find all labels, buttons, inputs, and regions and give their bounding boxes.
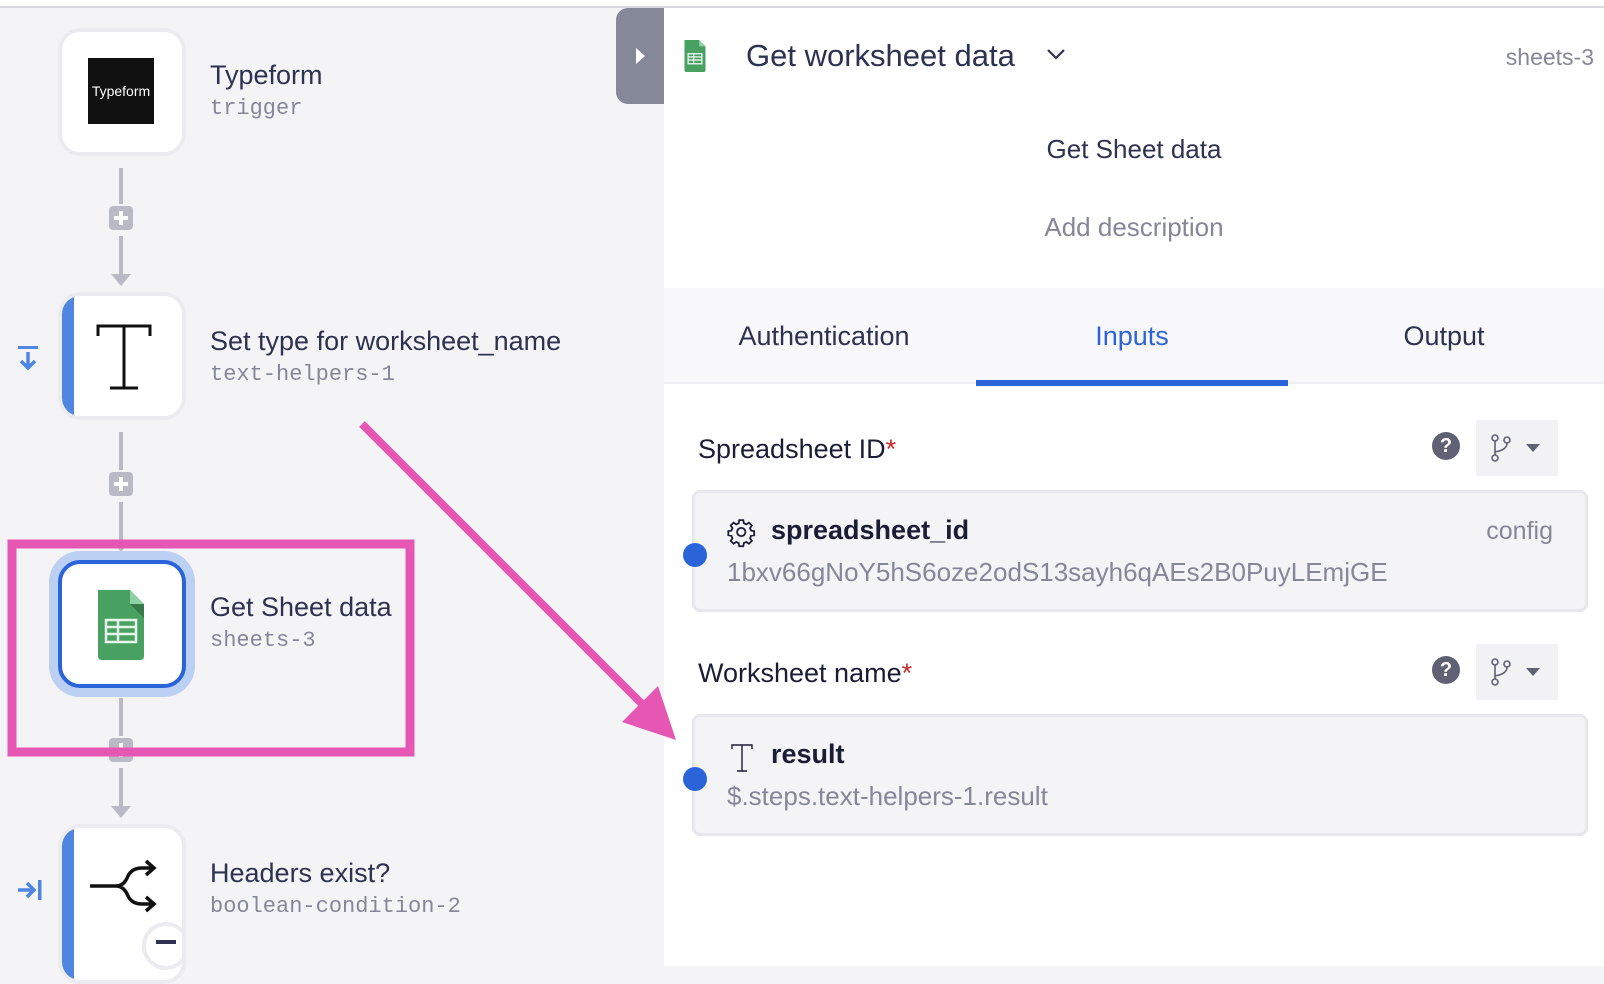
connector-line [119, 768, 123, 808]
add-step-button[interactable] [109, 206, 133, 230]
input-mode-dropdown[interactable] [1476, 644, 1558, 700]
workflow-node-text-helpers[interactable] [58, 292, 186, 420]
text-type-icon [96, 324, 152, 390]
step-config-panel: Get worksheet data sheets-3 Get Sheet da… [664, 8, 1604, 966]
connector-arrow [111, 540, 131, 552]
connector-line [119, 698, 123, 736]
tab-output[interactable]: Output [1284, 288, 1604, 384]
field-label-spreadsheet-id: Spreadsheet ID* [698, 434, 896, 465]
spreadsheet-id-field[interactable]: spreadsheet_id config 1bxv66gNoY5hS6oze2… [683, 490, 1588, 612]
node-title: Typeform [210, 60, 323, 90]
step-id: sheets-3 [1505, 44, 1594, 70]
node-subtitle: text-helpers-1 [210, 362, 395, 387]
tab-inputs[interactable]: Inputs [976, 288, 1288, 386]
variable-value: 1bxv66gNoY5hS6oze2odS13sayh6qAEs2B0PuyLE… [727, 557, 1388, 587]
add-step-button[interactable] [109, 472, 133, 496]
typeform-logo: Typeform [88, 58, 154, 124]
required-mark: * [901, 658, 913, 688]
connector-arrow [111, 806, 131, 818]
help-icon[interactable]: ? [1432, 656, 1460, 684]
connector-line [119, 236, 123, 276]
node-subtitle: boolean-condition-2 [210, 894, 461, 919]
skip-to-end-icon[interactable] [16, 878, 44, 909]
variable-value: $.steps.text-helpers-1.result [727, 781, 1048, 811]
connector-arrow [111, 274, 131, 286]
connector-line [119, 168, 123, 204]
add-step-button[interactable] [109, 738, 133, 762]
workflow-canvas[interactable]: Typeform Typeform trigger Set type for w… [0, 8, 664, 984]
collapse-panel-button[interactable] [616, 8, 664, 104]
text-type-icon [731, 744, 753, 772]
action-selector[interactable]: Get worksheet data [746, 38, 1015, 74]
git-branch-icon [1491, 434, 1511, 462]
worksheet-name-field[interactable]: result $.steps.text-helpers-1.result [683, 714, 1588, 836]
variable-name: result [771, 739, 845, 769]
variable-source: config [1486, 517, 1553, 545]
google-sheets-icon [684, 40, 706, 72]
connection-dot[interactable] [683, 767, 707, 791]
field-label-worksheet-name: Worksheet name* [698, 658, 912, 689]
branch-split-icon [90, 859, 157, 913]
field-label-text: Worksheet name [698, 658, 902, 688]
step-description-input[interactable]: Add description [664, 212, 1604, 243]
workflow-node-boolean-condition[interactable] [58, 824, 186, 984]
tab-authentication[interactable]: Authentication [664, 288, 984, 384]
help-icon[interactable]: ? [1432, 432, 1460, 460]
step-into-icon[interactable] [16, 344, 40, 379]
chevron-down-icon[interactable] [1044, 42, 1068, 66]
top-border [0, 0, 1604, 8]
connector-line [119, 432, 123, 470]
google-sheets-icon [98, 590, 144, 660]
required-mark: * [885, 434, 897, 464]
node-subtitle: sheets-3 [210, 628, 316, 653]
field-label-text: Spreadsheet ID [698, 434, 886, 464]
panel-header: Get worksheet data sheets-3 [664, 8, 1604, 88]
variable-name: spreadsheet_id [771, 515, 970, 545]
connector-line [119, 502, 123, 542]
git-branch-icon [1491, 658, 1511, 686]
node-title: Set type for worksheet_name [210, 326, 562, 356]
chevron-right-icon [636, 48, 645, 64]
caret-down-icon [1526, 668, 1540, 676]
node-title: Headers exist? [210, 858, 391, 888]
workflow-node-sheets[interactable] [58, 560, 186, 688]
node-title: Get Sheet data [210, 592, 392, 622]
caret-down-icon [1526, 444, 1540, 452]
workflow-node-typeform[interactable]: Typeform [58, 28, 186, 156]
input-mode-dropdown[interactable] [1476, 420, 1558, 476]
gear-icon [727, 519, 756, 548]
step-name-input[interactable]: Get Sheet data [664, 134, 1604, 165]
connection-dot[interactable] [683, 543, 707, 567]
node-subtitle: trigger [210, 96, 303, 121]
panel-tabs: Authentication Inputs Output [664, 288, 1604, 386]
collapse-branch-button[interactable] [142, 922, 182, 970]
